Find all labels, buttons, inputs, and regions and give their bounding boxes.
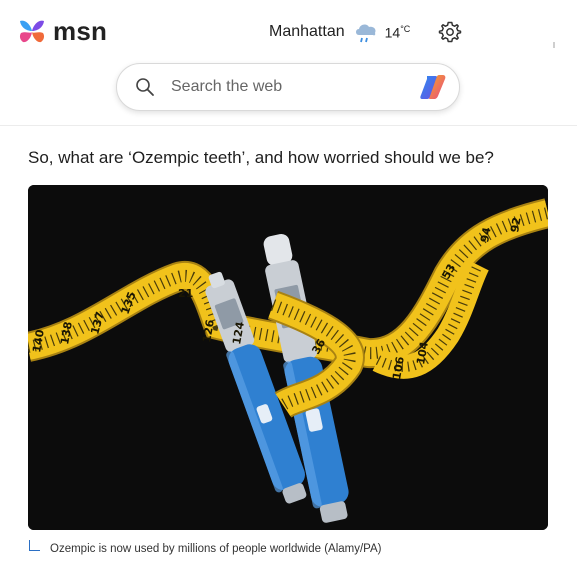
weather-widget[interactable]: Manhattan 14°C xyxy=(269,19,410,45)
msn-butterfly-icon xyxy=(19,20,45,42)
copilot-icon[interactable] xyxy=(419,74,447,100)
article-headline[interactable]: So, what are ‘Ozempic teeth’, and how wo… xyxy=(28,148,494,168)
scroll-indicator xyxy=(553,42,555,48)
search-input[interactable] xyxy=(169,77,393,97)
svg-text:21: 21 xyxy=(178,287,193,300)
search-box[interactable] xyxy=(116,63,460,111)
brand-name: msn xyxy=(53,16,108,46)
weather-unit: °C xyxy=(400,23,411,34)
svg-text:92: 92 xyxy=(508,216,523,233)
gear-icon[interactable] xyxy=(438,20,462,44)
weather-city: Manhattan xyxy=(269,23,345,40)
search-icon xyxy=(136,78,154,96)
ozempic-pens-photo: 140 138 137 135 21 126 124 36 106 104 53… xyxy=(28,185,548,530)
top-header: msn Manhattan 14°C xyxy=(0,0,577,126)
image-caption: Ozempic is now used by millions of peopl… xyxy=(50,543,382,555)
caption-corner-icon xyxy=(29,540,40,551)
weather-temperature: 14°C xyxy=(384,23,411,41)
msn-logo[interactable]: msn xyxy=(17,16,107,47)
svg-text:94: 94 xyxy=(478,226,494,244)
cloudy-rain-icon xyxy=(355,24,376,43)
article-image[interactable]: 140 138 137 135 21 126 124 36 106 104 53… xyxy=(28,185,548,530)
